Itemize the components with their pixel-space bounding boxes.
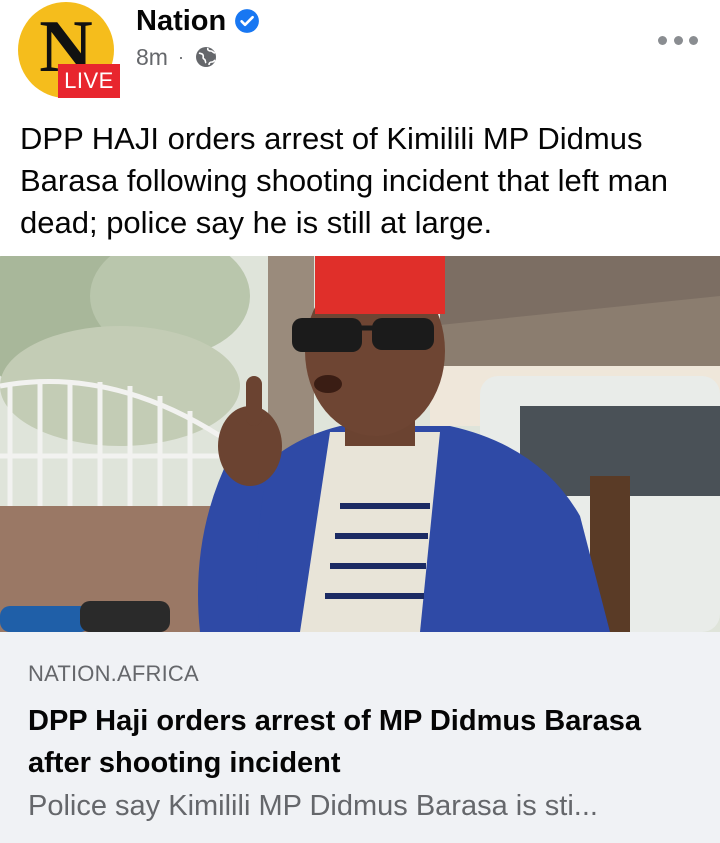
post-options-button[interactable]	[658, 30, 698, 50]
more-dot-icon	[689, 35, 698, 45]
post-timestamp[interactable]: 8m	[136, 44, 168, 71]
more-dot-icon	[673, 35, 683, 45]
page-avatar[interactable]: N LIVE	[16, 2, 120, 98]
post-header: N LIVE Nation 8m ·	[0, 0, 720, 112]
post-image[interactable]	[0, 256, 720, 632]
page-name-row: Nation	[136, 2, 260, 40]
meta-separator: ·	[177, 46, 184, 67]
news-photo-illustration	[0, 256, 720, 632]
link-description: Police say Kimilili MP Didmus Barasa is …	[28, 790, 598, 822]
page-name-link[interactable]: Nation	[136, 5, 226, 38]
globe-icon[interactable]	[194, 45, 218, 69]
link-title[interactable]: DPP Haji orders arrest of MP Didmus Bara…	[28, 700, 688, 784]
link-domain: NATION.AFRICA	[28, 661, 199, 686]
post-text: DPP HAJI orders arrest of Kimilili MP Di…	[20, 121, 668, 240]
live-badge: LIVE	[58, 64, 120, 98]
post-meta: 8m ·	[136, 42, 218, 72]
verified-badge-icon	[235, 9, 260, 33]
more-dot-icon	[658, 35, 667, 45]
